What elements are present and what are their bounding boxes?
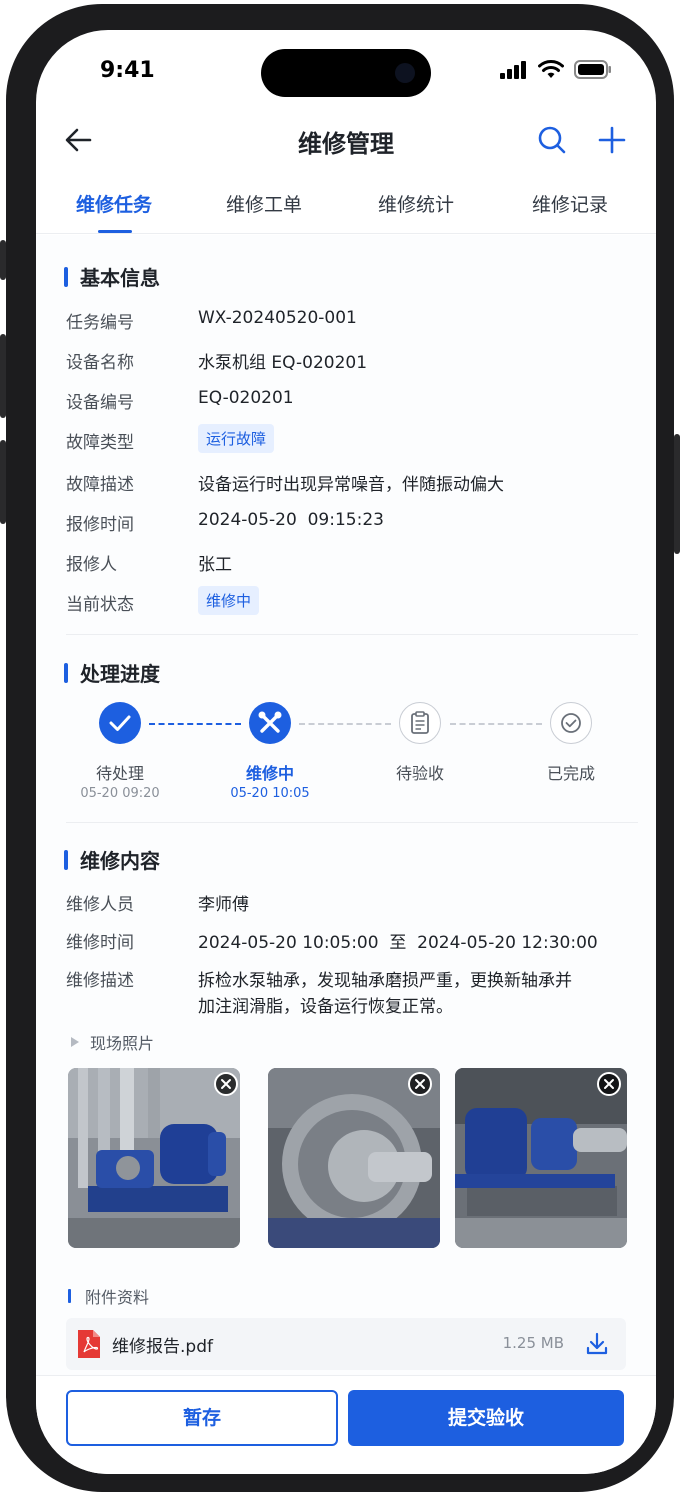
remove-photo-icon bbox=[221, 1079, 231, 1089]
tab-records[interactable]: 维修记录 bbox=[532, 190, 608, 217]
pump-unit-photo-image bbox=[455, 1068, 627, 1248]
tab-statistics[interactable]: 维修统计 bbox=[378, 190, 454, 217]
step-current-circle bbox=[249, 702, 291, 744]
reporter-label: 报修人 bbox=[66, 555, 117, 575]
submit-acceptance-button[interactable]: 提交验收 bbox=[348, 1390, 624, 1446]
step-label-acceptance: 待验收 bbox=[395, 764, 444, 783]
fault-type-tag: 运行故障 bbox=[198, 424, 275, 453]
progress-connector-done bbox=[149, 723, 241, 725]
step-pending-circle bbox=[550, 702, 592, 744]
remove-photo-icon bbox=[415, 1079, 425, 1089]
wrench-icon bbox=[258, 711, 282, 733]
current-status-tag: 维修中 bbox=[198, 586, 260, 615]
site-photo-2[interactable] bbox=[268, 1068, 440, 1248]
volume-up-button bbox=[0, 334, 6, 418]
repair-personnel-label: 维修人员 bbox=[66, 895, 134, 915]
phone-frame: 9:41 维修管理 维修任务 维修工单 维修统计 维修记录 基本信息 任务编号 … bbox=[0, 4, 680, 1492]
reporter-value: 张工 bbox=[198, 555, 232, 575]
silent-switch bbox=[0, 240, 6, 280]
repair-time-value: 2024-05-20 10:05:00 至 2024-05-20 12:30:0… bbox=[198, 933, 598, 953]
attachment-item[interactable]: 维修报告.pdf 1.25 MB bbox=[66, 1318, 626, 1370]
close-icon[interactable] bbox=[214, 1072, 238, 1096]
step-done-circle bbox=[99, 702, 141, 744]
tab-repair-tasks[interactable]: 维修任务 bbox=[76, 190, 152, 217]
volume-down-button bbox=[0, 440, 6, 524]
fault-type-label: 故障类型 bbox=[66, 433, 134, 453]
step-label-current: 维修中 bbox=[245, 764, 294, 783]
progress-title-text: 处理进度 bbox=[80, 662, 160, 686]
repair-desc-line1: 拆检水泵轴承，发现轴承磨损严重，更换新轴承并 bbox=[198, 971, 572, 991]
progress-connector-pending bbox=[299, 723, 391, 725]
check-circle-icon bbox=[561, 713, 581, 733]
fault-desc-value: 设备运行时出现异常噪音，伴随振动偏大 bbox=[198, 475, 504, 495]
attachment-name: 维修报告.pdf bbox=[112, 1337, 213, 1357]
signal-icon bbox=[500, 60, 526, 79]
basic-info-title: 基本信息 bbox=[64, 262, 160, 291]
repair-time-label: 维修时间 bbox=[66, 933, 134, 953]
step-label-pending: 待处理 bbox=[95, 764, 144, 783]
repair-desc-line2: 加注润滑脂，设备运行恢复正常。 bbox=[198, 997, 453, 1017]
nav-bar: 维修管理 bbox=[36, 116, 656, 164]
tab-bar: 维修任务 维修工单 维修统计 维修记录 bbox=[36, 180, 656, 234]
repair-personnel-value: 李师傅 bbox=[198, 895, 249, 915]
step-pending-circle bbox=[399, 702, 441, 744]
equipment-name-value: 水泵机组 EQ-020201 bbox=[198, 353, 368, 373]
attachment-size: 1.25 MB bbox=[502, 1334, 564, 1352]
task-no-value: WX-20240520-001 bbox=[198, 308, 357, 328]
section-accent-bar bbox=[64, 266, 68, 287]
equipment-no-value: EQ-020201 bbox=[198, 388, 294, 408]
download-icon[interactable] bbox=[584, 1331, 610, 1357]
repair-desc-label: 维修描述 bbox=[66, 971, 134, 991]
step-time: 05-20 09:20 bbox=[80, 786, 160, 801]
equipment-no-label: 设备编号 bbox=[66, 393, 134, 413]
divider bbox=[66, 822, 638, 823]
fault-desc-label: 故障描述 bbox=[66, 475, 134, 495]
site-photos-title: 现场照片 bbox=[68, 1030, 154, 1054]
progress-title: 处理进度 bbox=[64, 658, 160, 687]
triangle-right-icon bbox=[71, 1037, 79, 1047]
close-icon[interactable] bbox=[408, 1072, 432, 1096]
wifi-icon bbox=[538, 60, 564, 78]
remove-photo-icon bbox=[604, 1079, 614, 1089]
close-icon[interactable] bbox=[597, 1072, 621, 1096]
site-photos-label: 现场照片 bbox=[90, 1034, 155, 1053]
status-icons bbox=[500, 60, 612, 79]
battery-icon bbox=[574, 60, 611, 79]
site-photo-3[interactable] bbox=[455, 1068, 627, 1248]
divider bbox=[66, 634, 638, 635]
attachments-label: 附件资料 bbox=[85, 1288, 150, 1307]
step-label-completed: 已完成 bbox=[546, 764, 595, 783]
repair-content-title-text: 维修内容 bbox=[80, 849, 160, 873]
camera-icon bbox=[395, 63, 415, 83]
report-time-value: 2024-05-20 09:15:23 bbox=[198, 510, 384, 530]
pdf-file-icon bbox=[78, 1330, 100, 1358]
basic-info-title-text: 基本信息 bbox=[80, 266, 160, 290]
section-accent-bar bbox=[64, 849, 68, 870]
repair-content-title: 维修内容 bbox=[64, 845, 160, 874]
tab-work-orders[interactable]: 维修工单 bbox=[226, 190, 302, 217]
status-time: 9:41 bbox=[100, 58, 155, 83]
save-draft-button[interactable]: 暂存 bbox=[66, 1390, 338, 1446]
attachments-title: 附件资料 bbox=[68, 1284, 149, 1308]
screen: 9:41 维修管理 维修任务 维修工单 维修统计 维修记录 基本信息 任务编号 … bbox=[36, 30, 656, 1474]
pump-photo-image bbox=[68, 1068, 240, 1248]
check-icon bbox=[109, 715, 131, 731]
task-no-label: 任务编号 bbox=[66, 313, 134, 333]
report-time-label: 报修时间 bbox=[66, 515, 134, 535]
current-status-label: 当前状态 bbox=[66, 595, 134, 615]
add-icon[interactable] bbox=[594, 122, 630, 158]
bottom-action-bar: 暂存 提交验收 bbox=[36, 1375, 656, 1474]
progress-connector-pending bbox=[450, 723, 542, 725]
site-photo-1[interactable] bbox=[68, 1068, 240, 1248]
clipboard-icon bbox=[411, 711, 429, 734]
section-accent-bar bbox=[64, 662, 68, 683]
power-button bbox=[674, 434, 680, 554]
tab-active-indicator bbox=[98, 230, 132, 233]
dynamic-island bbox=[261, 49, 431, 97]
section-accent-bar bbox=[68, 1289, 71, 1303]
step-time-current: 05-20 10:05 bbox=[230, 786, 310, 801]
equipment-name-label: 设备名称 bbox=[66, 353, 134, 373]
search-icon[interactable] bbox=[534, 122, 570, 158]
